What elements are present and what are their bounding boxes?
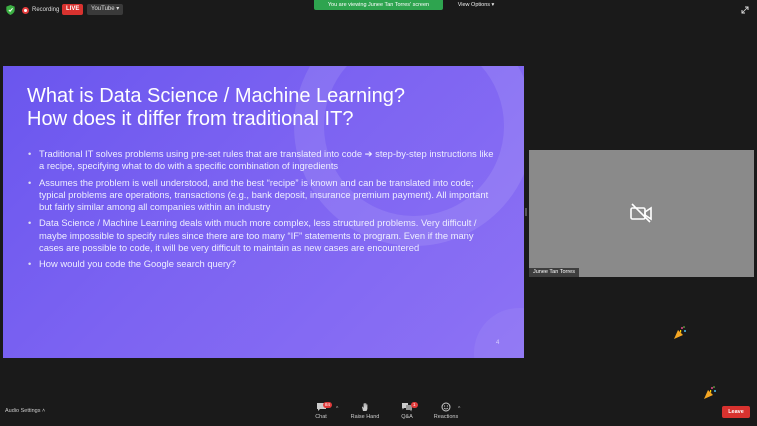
recording-label: Recording [32, 7, 60, 13]
raise-hand-label: Raise Hand [350, 414, 380, 420]
hand-icon [362, 403, 368, 411]
viewing-screen-banner: You are viewing Junee Tan Torres' screen [314, 0, 443, 10]
slide-bullet-list: Traditional IT solves problems using pre… [27, 148, 497, 275]
slide-title-line: How does it differ from traditional IT? [27, 108, 354, 130]
chevron-up-icon[interactable]: ^ [458, 406, 460, 412]
video-off-icon [630, 203, 652, 223]
recording-indicator[interactable]: Recording [22, 5, 59, 15]
shared-screen-slide: What is Data Science / Machine Learning?… [3, 66, 524, 358]
chat-label: Chat [315, 414, 327, 420]
youtube-stream-dropdown[interactable]: YouTube ▾ [87, 4, 124, 15]
leave-button[interactable]: Leave [722, 406, 750, 418]
chat-button[interactable]: Chat 84 ^ [301, 400, 341, 424]
qa-label: Q&A [401, 414, 413, 420]
slide-bullet: Data Science / Machine Learning deals wi… [27, 217, 497, 254]
fullscreen-icon[interactable] [741, 6, 749, 14]
reactions-button[interactable]: Reactions ^ [426, 400, 466, 424]
qa-unread-badge: 1 [411, 402, 418, 408]
chevron-up-icon[interactable]: ^ [336, 406, 338, 412]
slide-decoration [474, 308, 524, 358]
slide-bullet: Assumes the problem is well understood, … [27, 177, 497, 214]
meeting-toolbar: Audio Settings ˄ Chat 84 ^ Raise Hand Q&… [0, 398, 757, 426]
slide-title-line: What is Data Science / Machine Learning? [27, 85, 405, 107]
live-badge[interactable]: LIVE [62, 4, 84, 15]
reactions-label: Reactions [433, 414, 459, 420]
slide-bullet: How would you code the Google search que… [27, 258, 497, 271]
slide-title: What is Data Science / Machine Learning?… [27, 85, 487, 131]
confetti-icon [674, 326, 686, 339]
shield-icon[interactable] [6, 5, 15, 15]
audio-settings-button[interactable]: Audio Settings ˄ [5, 408, 45, 414]
participant-name-tag: Junee Tan Torres [529, 268, 579, 277]
chat-unread-badge: 84 [323, 402, 333, 408]
participant-video-tile[interactable]: Junee Tan Torres [529, 150, 754, 277]
slide-bullet: Traditional IT solves problems using pre… [27, 148, 497, 173]
qa-button[interactable]: Q&A 1 [387, 400, 427, 424]
slide-number: 4 [496, 340, 500, 346]
meeting-top-bar: Recording LIVE YouTube ▾ You are viewing… [0, 0, 757, 20]
view-options-button[interactable]: View Options ▾ [452, 0, 500, 10]
raise-hand-button[interactable]: Raise Hand [345, 400, 385, 424]
record-icon [22, 6, 29, 14]
reactions-icon [441, 402, 451, 412]
panel-resize-handle[interactable] [525, 208, 527, 216]
